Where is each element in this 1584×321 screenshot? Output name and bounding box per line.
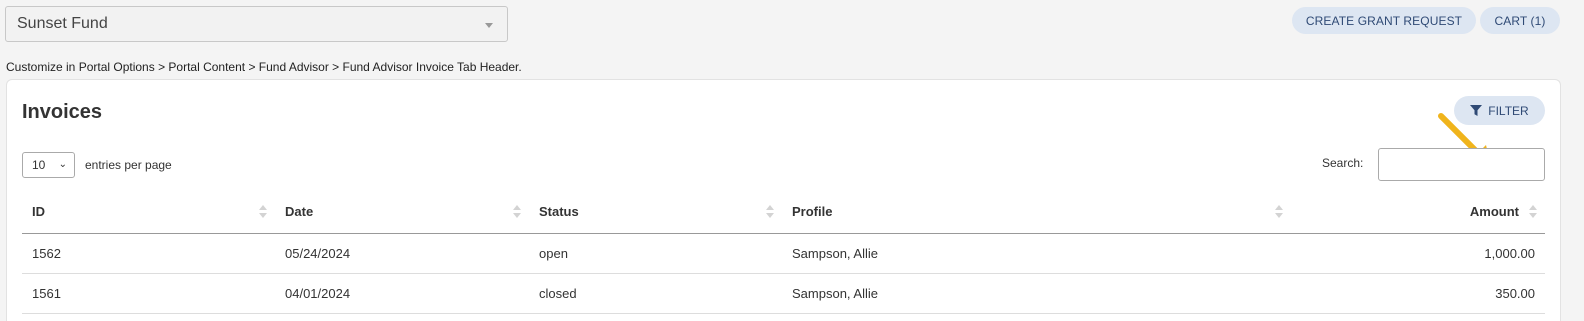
cell-date: 05/24/2024 xyxy=(275,233,529,274)
sort-icon xyxy=(513,205,521,219)
cell-profile: Sampson, Allie xyxy=(782,273,1291,314)
filter-button-label: FILTER xyxy=(1488,103,1529,118)
column-header-id[interactable]: ID xyxy=(22,191,275,234)
column-header-date[interactable]: Date xyxy=(275,191,529,234)
cell-id: 1562 xyxy=(22,233,275,274)
search-label: Search: xyxy=(1322,156,1364,170)
sort-icon xyxy=(766,205,774,219)
cell-id: 1561 xyxy=(22,273,275,314)
column-header-status[interactable]: Status xyxy=(529,191,782,234)
sort-icon xyxy=(1529,205,1537,219)
customize-note: Customize in Portal Options > Portal Con… xyxy=(6,60,522,74)
sort-icon xyxy=(259,205,267,219)
table-row[interactable]: 1562 05/24/2024 open Sampson, Allie 1,00… xyxy=(22,233,1545,274)
filter-button[interactable]: FILTER xyxy=(1454,96,1545,125)
cell-amount: 350.00 xyxy=(1291,273,1545,314)
invoices-panel: Invoices FILTER 10 ⌄ entries per page Se… xyxy=(6,79,1561,321)
entries-per-page-label: entries per page xyxy=(85,158,172,172)
funnel-icon xyxy=(1470,105,1483,116)
page-title: Invoices xyxy=(22,101,103,123)
column-header-label: Status xyxy=(539,204,579,220)
column-header-label: ID xyxy=(32,204,45,220)
column-header-label: Date xyxy=(285,204,314,220)
cell-profile: Sampson, Allie xyxy=(782,233,1291,274)
table-row[interactable]: 1561 04/01/2024 closed Sampson, Allie 35… xyxy=(22,273,1545,314)
cell-status: open xyxy=(529,233,782,274)
chevron-down-icon xyxy=(485,23,493,28)
entries-per-page-value: 10 xyxy=(32,158,46,172)
cell-date: 04/01/2024 xyxy=(275,273,529,314)
sort-icon xyxy=(1275,205,1283,219)
search-input[interactable] xyxy=(1378,148,1545,181)
fund-selector[interactable]: Sunset Fund xyxy=(5,6,508,42)
fund-selector-value: Sunset Fund xyxy=(17,15,108,32)
invoices-table: ID Date Status Profile Amount 1562 05/24… xyxy=(22,191,1545,314)
cart-button[interactable]: CART (1) xyxy=(1480,7,1560,34)
cell-amount: 1,000.00 xyxy=(1291,233,1545,274)
cell-status: closed xyxy=(529,273,782,314)
column-header-amount[interactable]: Amount xyxy=(1291,191,1545,234)
entries-per-page-select[interactable]: 10 ⌄ xyxy=(22,152,75,178)
create-grant-request-button[interactable]: CREATE GRANT REQUEST xyxy=(1292,7,1476,34)
chevron-down-icon: ⌄ xyxy=(58,159,67,170)
column-header-label: Profile xyxy=(792,204,833,220)
column-header-profile[interactable]: Profile xyxy=(782,191,1291,234)
column-header-label: Amount xyxy=(1469,204,1519,220)
table-header-row: ID Date Status Profile Amount xyxy=(22,191,1545,234)
